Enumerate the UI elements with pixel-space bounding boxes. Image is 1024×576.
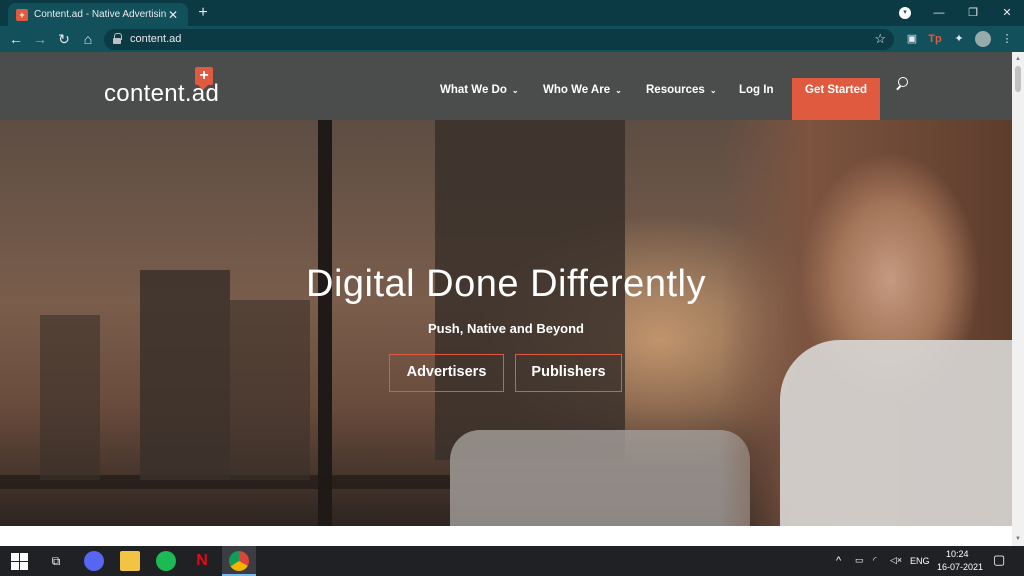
nav-label: Log In xyxy=(739,84,774,96)
bookmark-star-icon[interactable]: ☆ xyxy=(874,31,886,47)
screen-capture-extension-icon[interactable]: ▣ xyxy=(904,31,920,47)
sofa xyxy=(450,430,750,526)
woman-shirt xyxy=(780,340,1012,526)
advertisers-button[interactable]: Advertisers xyxy=(389,354,504,392)
minimize-button[interactable]: — xyxy=(922,0,956,26)
volume-muted-icon[interactable]: ◁× xyxy=(890,555,902,566)
lock-icon[interactable] xyxy=(113,33,122,44)
chevron-down-icon: ⌄ xyxy=(511,85,519,95)
battery-icon[interactable]: ▭ xyxy=(855,555,864,566)
nav-what-we-do[interactable]: What We Do ⌄ xyxy=(440,84,519,96)
reload-icon[interactable]: ↻ xyxy=(54,29,74,49)
site-header: content.ad + What We Do ⌄ Who We Are ⌄ R… xyxy=(0,52,1012,120)
home-icon[interactable]: ⌂ xyxy=(78,29,98,49)
file-explorer-icon[interactable] xyxy=(120,551,140,571)
hero-title: Digital Done Differently xyxy=(306,263,706,305)
chevron-down-icon: ⌄ xyxy=(709,85,717,95)
page-scrollbar[interactable]: ▲ ▼ xyxy=(1012,52,1024,546)
forward-arrow-icon[interactable]: → xyxy=(30,29,50,49)
scroll-up-icon[interactable]: ▲ xyxy=(1014,55,1022,63)
nav-resources[interactable]: Resources ⌄ xyxy=(646,84,717,96)
browser-toolbar: ← → ↻ ⌂ content.ad ☆ ▣ Tp ✦ ⋮ xyxy=(0,26,1024,52)
hero-section: Digital Done Differently Push, Native an… xyxy=(0,120,1012,526)
chrome-menu-icon[interactable]: ⋮ xyxy=(999,31,1015,47)
search-icon[interactable] xyxy=(895,77,909,91)
nav-label: Who We Are xyxy=(543,84,611,96)
chevron-down-icon: ⌄ xyxy=(615,85,622,95)
clock-date[interactable]: 16-07-2021 xyxy=(937,562,983,572)
spotify-icon[interactable] xyxy=(156,551,176,571)
address-bar[interactable]: content.ad ☆ xyxy=(104,29,894,50)
windows-start-icon[interactable] xyxy=(10,551,30,571)
close-window-button[interactable]: ✕ xyxy=(990,0,1024,26)
tp-extension-icon[interactable]: Tp xyxy=(927,31,943,47)
notifications-icon[interactable]: ▢ xyxy=(993,552,1005,568)
back-arrow-icon[interactable]: ← xyxy=(6,29,26,49)
new-tab-button[interactable]: + xyxy=(194,4,212,22)
tab-title: Content.ad - Native Advertising, xyxy=(34,9,166,20)
publishers-button[interactable]: Publishers xyxy=(515,354,622,392)
profile-avatar[interactable] xyxy=(975,31,991,47)
clock-time[interactable]: 10:24 xyxy=(946,549,969,559)
scroll-down-icon[interactable]: ▼ xyxy=(1014,535,1022,543)
netflix-icon[interactable]: N xyxy=(192,551,212,571)
nav-label: Resources xyxy=(646,84,705,96)
browser-tab-strip: + Content.ad - Native Advertising, ✕ + ▾… xyxy=(0,0,1024,26)
task-view-icon[interactable]: ⧉ xyxy=(46,551,66,571)
tab-close-icon[interactable]: ✕ xyxy=(166,8,180,22)
nav-label: What We Do xyxy=(440,84,507,96)
discord-icon[interactable] xyxy=(84,551,104,571)
nav-log-in[interactable]: Log In xyxy=(739,84,774,96)
extensions-puzzle-icon[interactable]: ✦ xyxy=(951,31,967,47)
chrome-icon xyxy=(229,551,249,571)
content-below-hero xyxy=(0,526,1012,546)
wifi-icon[interactable]: ◜ xyxy=(873,555,877,566)
page-viewport: content.ad + What We Do ⌄ Who We Are ⌄ R… xyxy=(0,52,1012,546)
language-indicator[interactable]: ENG xyxy=(910,556,930,566)
get-started-button[interactable]: Get Started xyxy=(792,78,880,120)
tab-search-icon[interactable]: ▾ xyxy=(899,7,911,19)
content-ad-favicon-icon: + xyxy=(16,8,28,21)
windows-taskbar: ⧉ N ^ ▭ ◜ ◁× ENG 10:24 16-07-2021 ▢ xyxy=(0,546,1024,576)
scroll-thumb[interactable] xyxy=(1015,66,1021,92)
browser-tab[interactable]: + Content.ad - Native Advertising, ✕ xyxy=(8,3,188,26)
show-hidden-icons-chevron-up-icon[interactable]: ^ xyxy=(836,555,841,567)
logo-plus-icon: + xyxy=(195,67,213,90)
url-text[interactable]: content.ad xyxy=(130,33,181,45)
nav-who-we-are[interactable]: Who We Are ⌄ xyxy=(543,84,622,96)
city-building xyxy=(40,315,100,480)
hero-subtitle: Push, Native and Beyond xyxy=(427,321,585,336)
restore-button[interactable]: ❐ xyxy=(956,0,990,26)
